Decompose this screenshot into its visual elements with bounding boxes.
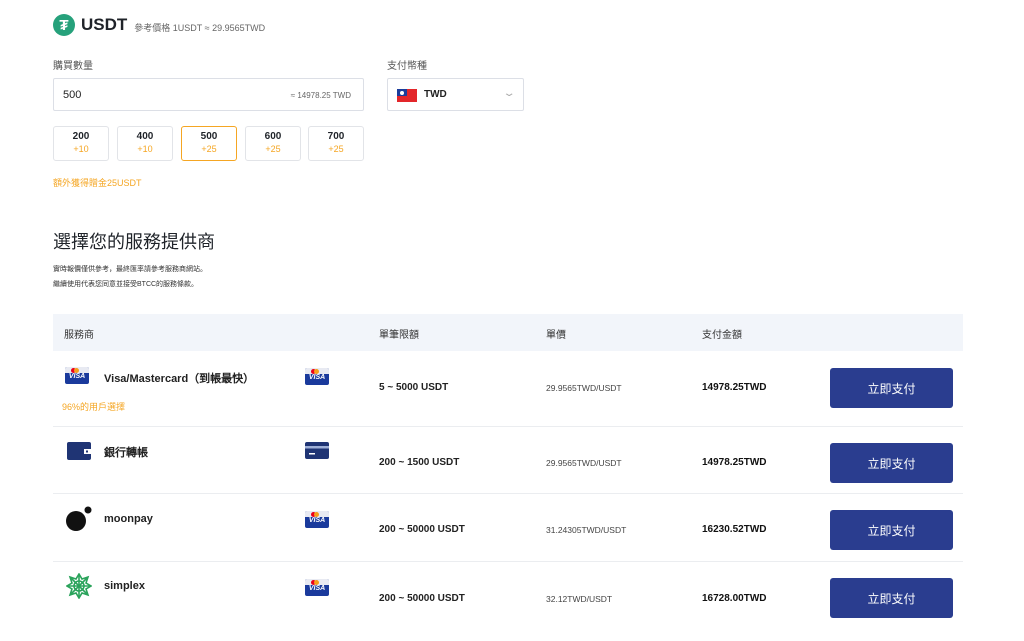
visa-card-icon: VISA: [65, 367, 89, 384]
total-value: 16728.00TWD: [702, 593, 767, 604]
visa-card-icon: VISA: [305, 511, 329, 528]
total-value: 14978.25TWD: [702, 457, 767, 468]
pay-now-button[interactable]: 立即支付: [830, 578, 953, 618]
preset-400[interactable]: 400 +10: [117, 126, 173, 161]
total-value: 16230.52TWD: [702, 524, 767, 535]
currency-select[interactable]: TWD ⌄: [387, 78, 524, 111]
limit-value: 200 ~ 50000 USDT: [379, 593, 465, 604]
provider-name: Visa/Mastercard（到帳最快）: [104, 373, 255, 385]
unit-price-value: 29.9565TWD/USDT: [546, 383, 622, 393]
provider-name: moonpay: [104, 513, 153, 525]
preset-qty: 600: [264, 131, 282, 142]
bank-card-icon: [67, 442, 91, 460]
limit-value: 200 ~ 50000 USDT: [379, 524, 465, 535]
provider-row-visa: VISA Visa/Mastercard（到帳最快） 96%的用戶選擇 VISA…: [53, 351, 963, 427]
header-limit: 單筆限額: [379, 330, 419, 341]
amount-label: 購買數量: [53, 61, 93, 72]
preset-qty: 500: [200, 131, 218, 142]
provider-hint: 96%的用戶選擇: [62, 402, 126, 412]
disclaimer-line-2: 繼續使用代表您同意並接受BTCC的服務條款。: [53, 281, 199, 288]
table-header: 服務商 單筆限額 單價 支付金額: [53, 314, 963, 351]
header-unit-price: 單價: [546, 330, 566, 341]
preset-qty: 400: [136, 131, 154, 142]
provider-row-moonpay: moonpay VISA 200 ~ 50000 USDT 31.24305TW…: [53, 494, 963, 562]
provider-name: 銀行轉帳: [104, 447, 148, 459]
limit-value: 5 ~ 5000 USDT: [379, 382, 449, 393]
pay-now-button[interactable]: 立即支付: [830, 510, 953, 550]
preset-500[interactable]: 500 +25: [181, 126, 237, 161]
pay-now-button[interactable]: 立即支付: [830, 368, 953, 408]
preset-bonus: +25: [201, 144, 217, 154]
moonpay-icon: [65, 506, 93, 532]
chevron-down-icon: ⌄: [502, 88, 516, 99]
total-value: 14978.25TWD: [702, 382, 767, 393]
tether-icon: ₮: [53, 14, 75, 36]
preset-700[interactable]: 700 +25: [308, 126, 364, 161]
pay-now-button[interactable]: 立即支付: [830, 443, 953, 483]
amount-approx: ≈ 14978.25 TWD: [290, 91, 351, 100]
header-total: 支付金額: [702, 330, 742, 341]
preset-bonus: +25: [265, 144, 281, 154]
preset-bonus: +10: [137, 144, 153, 154]
currency-label: 支付幣種: [387, 61, 427, 72]
header-provider: 服務商: [64, 330, 94, 341]
coin-name: USDT: [81, 15, 128, 34]
visa-card-icon: VISA: [305, 368, 329, 385]
disclaimer-line-1: 實時報價僅供參考，最終匯率請參考服務商網站。: [53, 266, 207, 273]
visa-card-icon: VISA: [305, 579, 329, 596]
unit-price-value: 29.9565TWD/USDT: [546, 458, 622, 468]
currency-code: TWD: [424, 89, 447, 100]
unit-price-value: 32.12TWD/USDT: [546, 594, 613, 604]
taiwan-flag-icon: [397, 89, 417, 102]
unit-price-value: 31.24305TWD/USDT: [546, 525, 627, 535]
amount-value: 500: [63, 89, 82, 101]
reference-price: 參考價格 1USDT ≈ 29.9565TWD: [134, 22, 266, 33]
preset-200[interactable]: 200 +10: [53, 126, 109, 161]
provider-row-simplex: simplex VISA 200 ~ 50000 USDT 32.12TWD/U…: [53, 562, 963, 630]
provider-row-bank: 銀行轉帳 200 ~ 1500 USDT 29.9565TWD/USDT 149…: [53, 427, 963, 494]
preset-qty: 200: [72, 131, 90, 142]
simplex-icon: [65, 572, 93, 600]
section-title: 選擇您的服務提供商: [53, 232, 215, 252]
bank-card-icon: [305, 442, 329, 459]
bonus-note: 額外獲得贈金25USDT: [53, 178, 142, 188]
preset-bonus: +10: [73, 144, 89, 154]
provider-name: simplex: [104, 580, 145, 592]
preset-600[interactable]: 600 +25: [245, 126, 301, 161]
preset-qty: 700: [327, 131, 345, 142]
amount-input[interactable]: 500 ≈ 14978.25 TWD: [53, 78, 364, 111]
header: ₮ USDT 參考價格 1USDT ≈ 29.9565TWD: [53, 12, 265, 38]
limit-value: 200 ~ 1500 USDT: [379, 457, 460, 468]
preset-bonus: +25: [328, 144, 344, 154]
